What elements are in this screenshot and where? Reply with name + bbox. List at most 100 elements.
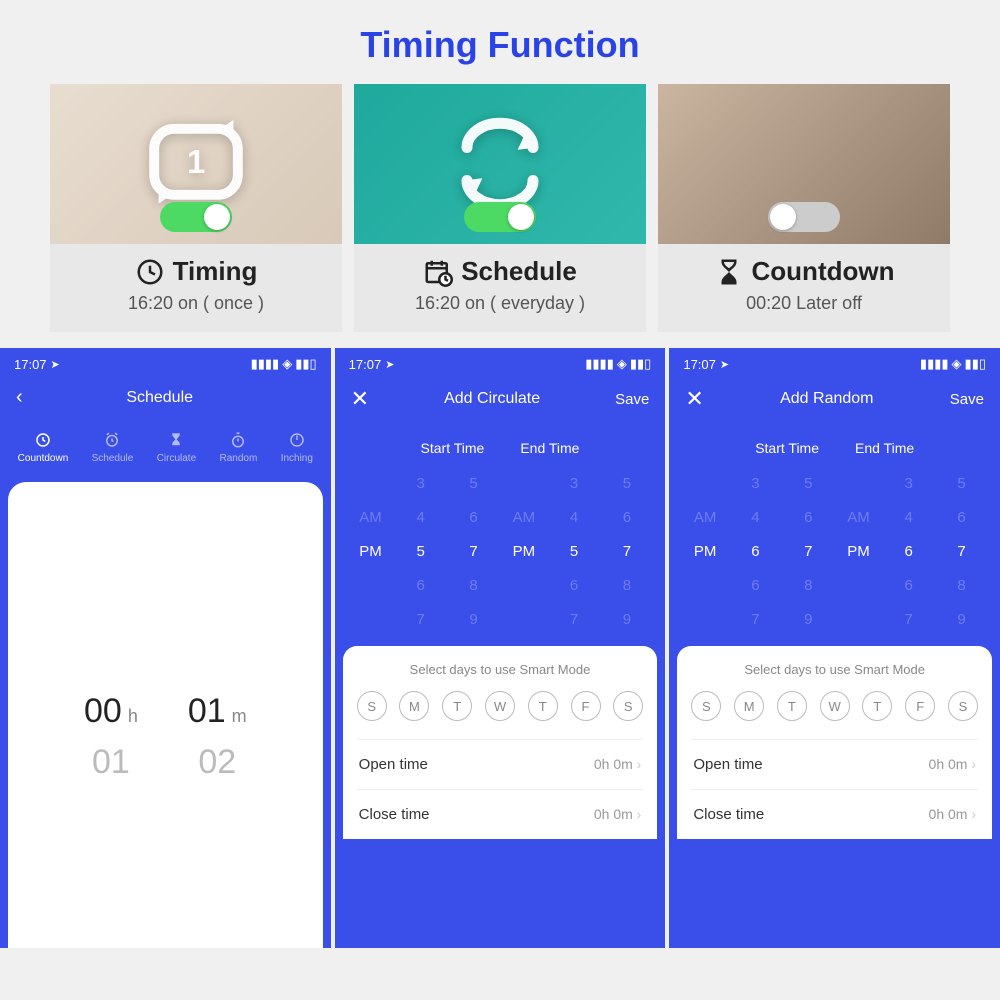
status-bar: 17:07➤ ▮▮▮▮◈▮▮▯ [669, 348, 1000, 376]
nav-bar: ✕ Add Random Save [669, 376, 1000, 426]
minutes-value: 01 [188, 692, 226, 731]
nav-bar: ✕ Add Circulate Save [335, 376, 666, 426]
phone-screenshots: 17:07 ➤ ▮▮▮▮ ◈ ▮▮▯ ‹ Schedule Countdown S… [0, 348, 1000, 948]
back-button[interactable]: ‹ [16, 386, 23, 409]
day-thu[interactable]: T [862, 691, 892, 721]
phone-circulate: 17:07➤ ▮▮▮▮◈▮▮▯ ✕ Add Circulate Save Sta… [335, 348, 666, 948]
battery-icon: ▮▮▯ [965, 356, 986, 372]
card-schedule: Schedule 16:20 on ( everyday ) [354, 84, 646, 332]
time-picker[interactable]: 3535 AM46AM46 PM57PM57 6868 7979 [335, 466, 666, 636]
card-timing: 1 Timing 16:20 on ( once ) [50, 84, 342, 332]
card-image-schedule [354, 84, 646, 244]
end-time-label: End Time [520, 440, 579, 456]
day-sat[interactable]: S [613, 691, 643, 721]
nav-title: Add Random [780, 390, 873, 408]
day-sat[interactable]: S [948, 691, 978, 721]
stopwatch-icon [229, 431, 247, 449]
power-icon [288, 431, 306, 449]
start-time-label: Start Time [421, 440, 485, 456]
nav-bar: ‹ Schedule [0, 376, 331, 423]
day-picker: S M T W T F S [357, 691, 644, 721]
signal-icon: ▮▮▮▮ [920, 356, 949, 372]
day-fri[interactable]: F [571, 691, 601, 721]
clock-icon [34, 431, 52, 449]
end-time-label: End Time [855, 440, 914, 456]
tab-inching[interactable]: Inching [281, 431, 313, 464]
time-headers: Start Time End Time [669, 426, 1000, 466]
feature-cards: 1 Timing 16:20 on ( once ) Schedule 16:2… [0, 84, 1000, 348]
nav-title: Schedule [23, 389, 297, 407]
day-thu[interactable]: T [528, 691, 558, 721]
phone-random: 17:07➤ ▮▮▮▮◈▮▮▯ ✕ Add Random Save Start … [669, 348, 1000, 948]
time-headers: Start Time End Time [335, 426, 666, 466]
hours-value: 00 [84, 692, 122, 731]
hourglass-icon [167, 431, 185, 449]
card-image-countdown [658, 84, 950, 244]
day-sun[interactable]: S [357, 691, 387, 721]
toggle-schedule[interactable] [464, 202, 536, 232]
card-desc-countdown: 00:20 Later off [658, 293, 950, 332]
save-button[interactable]: Save [615, 391, 649, 408]
mode-tabs: Countdown Schedule Circulate Random Inch… [0, 423, 331, 482]
wifi-icon: ◈ [282, 356, 292, 372]
hourglass-icon [714, 257, 744, 287]
day-sun[interactable]: S [691, 691, 721, 721]
signal-icon: ▮▮▮▮ [251, 356, 280, 372]
day-fri[interactable]: F [905, 691, 935, 721]
battery-icon: ▮▮▯ [295, 356, 316, 372]
card-label-countdown: Countdown [752, 256, 895, 287]
phone-schedule: 17:07 ➤ ▮▮▮▮ ◈ ▮▮▯ ‹ Schedule Countdown S… [0, 348, 331, 948]
save-button[interactable]: Save [950, 391, 984, 408]
location-icon: ➤ [385, 358, 394, 371]
open-time-row[interactable]: Open time0h 0m [691, 739, 978, 789]
tab-circulate[interactable]: Circulate [157, 431, 196, 464]
calendar-clock-icon [423, 257, 453, 287]
svg-text:1: 1 [187, 143, 205, 180]
battery-icon: ▮▮▯ [630, 356, 651, 372]
duration-picker[interactable]: 00h 01 01m 02 [8, 482, 323, 782]
day-wed[interactable]: W [820, 691, 850, 721]
wifi-icon: ◈ [952, 356, 962, 372]
time-picker[interactable]: 3535 AM46AM46 PM67PM67 6868 7979 [669, 466, 1000, 636]
toggle-countdown[interactable] [768, 202, 840, 232]
status-bar: 17:07 ➤ ▮▮▮▮ ◈ ▮▮▯ [0, 348, 331, 376]
close-button[interactable]: ✕ [351, 386, 369, 412]
tab-random[interactable]: Random [220, 431, 258, 464]
open-time-row[interactable]: Open time0h 0m [357, 739, 644, 789]
smart-mode-panel: Select days to use Smart Mode S M T W T … [343, 646, 658, 839]
location-icon: ➤ [51, 358, 60, 371]
day-mon[interactable]: M [734, 691, 764, 721]
tab-countdown[interactable]: Countdown [18, 431, 69, 464]
page-title: Timing Function [0, 0, 1000, 84]
tab-schedule[interactable]: Schedule [92, 431, 134, 464]
minutes-next: 02 [198, 743, 236, 782]
smart-mode-panel: Select days to use Smart Mode S M T W T … [677, 646, 992, 839]
day-wed[interactable]: W [485, 691, 515, 721]
close-button[interactable]: ✕ [685, 386, 703, 412]
card-countdown: Countdown 00:20 Later off [658, 84, 950, 332]
hours-next: 01 [92, 743, 130, 782]
clock-icon [135, 257, 165, 287]
card-desc-schedule: 16:20 on ( everyday ) [354, 293, 646, 332]
close-time-row[interactable]: Close time0h 0m [691, 789, 978, 839]
day-picker: S M T W T F S [691, 691, 978, 721]
nav-title: Add Circulate [444, 390, 540, 408]
smart-mode-label: Select days to use Smart Mode [691, 662, 978, 677]
alarm-icon [103, 431, 121, 449]
close-time-row[interactable]: Close time0h 0m [357, 789, 644, 839]
card-image-timing: 1 [50, 84, 342, 244]
day-tue[interactable]: T [442, 691, 472, 721]
card-label-timing: Timing [173, 256, 258, 287]
status-bar: 17:07➤ ▮▮▮▮◈▮▮▯ [335, 348, 666, 376]
bottom-sheet: 00h 01 01m 02 [8, 482, 323, 948]
start-time-label: Start Time [755, 440, 819, 456]
smart-mode-label: Select days to use Smart Mode [357, 662, 644, 677]
wifi-icon: ◈ [617, 356, 627, 372]
location-icon: ➤ [720, 358, 729, 371]
toggle-timing[interactable] [160, 202, 232, 232]
card-desc-timing: 16:20 on ( once ) [50, 293, 342, 332]
day-tue[interactable]: T [777, 691, 807, 721]
status-time: 17:07 [14, 357, 47, 372]
day-mon[interactable]: M [399, 691, 429, 721]
signal-icon: ▮▮▮▮ [585, 356, 614, 372]
